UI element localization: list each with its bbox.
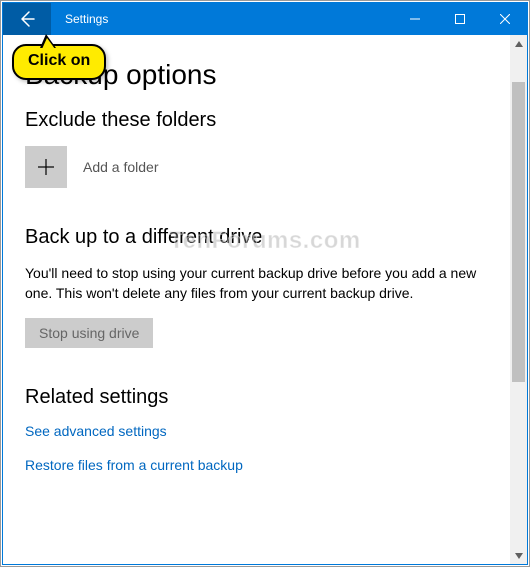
- link-advanced-settings[interactable]: See advanced settings: [25, 423, 488, 439]
- stop-using-drive-button[interactable]: Stop using drive: [25, 318, 153, 348]
- add-folder-label: Add a folder: [83, 159, 159, 175]
- scrollbar-thumb[interactable]: [512, 82, 525, 382]
- backup-drive-heading: Back up to a different drive: [25, 226, 488, 249]
- exclude-heading: Exclude these folders: [25, 109, 488, 132]
- backup-drive-body: You'll need to stop using your current b…: [25, 263, 485, 304]
- plus-tile: [25, 146, 67, 188]
- maximize-button[interactable]: [437, 3, 482, 35]
- window-controls: [392, 3, 527, 35]
- settings-window: Settings Backup options Exclude these fo…: [2, 2, 528, 565]
- maximize-icon: [455, 14, 465, 24]
- back-button[interactable]: [3, 3, 51, 35]
- related-heading: Related settings: [25, 386, 488, 409]
- scroll-up-arrow-icon[interactable]: [510, 35, 527, 52]
- scrollbar-track[interactable]: [510, 52, 527, 547]
- arrow-left-icon: [17, 9, 37, 29]
- content-area: Backup options Exclude these folders Add…: [3, 35, 510, 564]
- link-restore-files[interactable]: Restore files from a current backup: [25, 457, 488, 473]
- add-folder-button[interactable]: Add a folder: [25, 146, 488, 188]
- annotation-callout: Click on: [12, 44, 106, 80]
- minimize-icon: [410, 14, 420, 24]
- titlebar: Settings: [3, 3, 527, 35]
- window-title: Settings: [51, 3, 392, 35]
- vertical-scrollbar[interactable]: [510, 35, 527, 564]
- minimize-button[interactable]: [392, 3, 437, 35]
- close-button[interactable]: [482, 3, 527, 35]
- plus-icon: [36, 157, 56, 177]
- close-icon: [500, 14, 510, 24]
- scroll-down-arrow-icon[interactable]: [510, 547, 527, 564]
